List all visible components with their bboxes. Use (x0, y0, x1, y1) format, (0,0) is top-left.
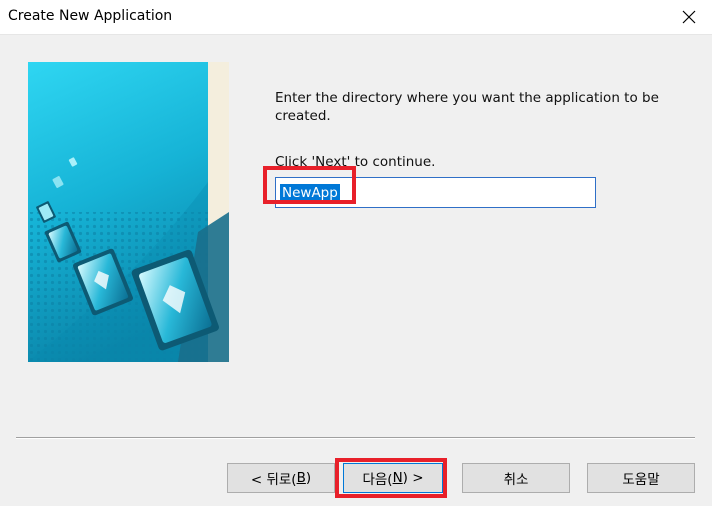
next-accesskey: N (392, 470, 403, 486)
close-button[interactable] (666, 0, 712, 34)
back-label-prefix: < 뒤로( (250, 472, 297, 488)
back-label-suffix: ) (305, 470, 312, 486)
help-button[interactable]: 도움말 (587, 463, 695, 493)
title-bar: Create New Application (0, 0, 712, 35)
footer-divider (16, 437, 695, 439)
continue-hint: Click 'Next' to continue. (275, 154, 436, 170)
directory-input-value: NewApp (280, 184, 340, 202)
create-new-application-dialog: Create New Application Enter the directo… (0, 0, 712, 506)
directory-input[interactable]: NewApp (275, 177, 596, 208)
back-button[interactable]: < 뒤로(B) (227, 463, 335, 493)
instruction-text: Enter the directory where you want the a… (275, 90, 659, 124)
wizard-banner-image (28, 62, 229, 362)
next-label-suffix: ) > (402, 470, 424, 486)
next-label-prefix: 다음( (362, 472, 393, 488)
window-title: Create New Application (8, 8, 173, 24)
next-button[interactable]: 다음(N) > (343, 463, 443, 493)
cancel-button[interactable]: 취소 (462, 463, 570, 493)
back-accesskey: B (296, 470, 306, 486)
close-icon (682, 10, 696, 24)
